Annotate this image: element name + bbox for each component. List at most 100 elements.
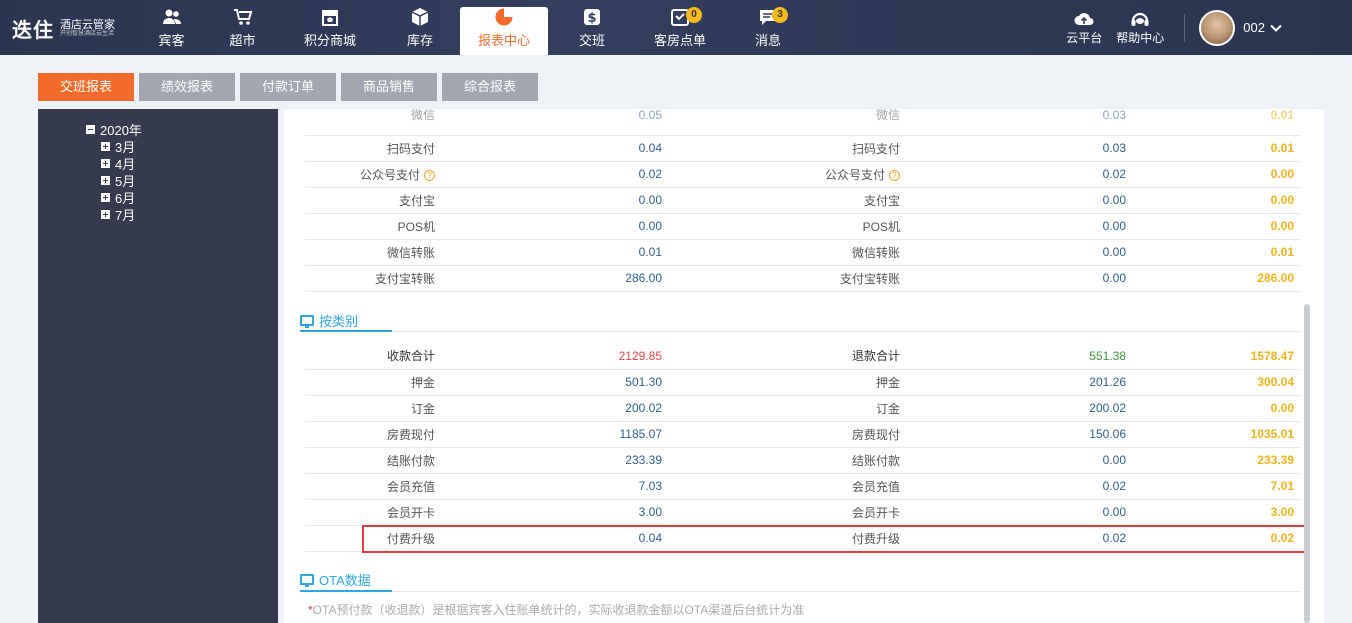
tree-node-month[interactable]: 7月: [101, 206, 142, 223]
app-logo[interactable]: 迭住 酒店云管家 开创智慧酒店云生活: [12, 14, 115, 43]
cart-icon: [233, 9, 252, 25]
row-label-refund: 微信转账: [851, 245, 900, 260]
refund-value: 0.00: [1102, 245, 1126, 259]
note-text: OTA预付款（收退款）是根据宾客入住账单统计的，实际收退款金额以OTA渠道后台统…: [312, 603, 805, 617]
row-label: 房费现付: [386, 427, 435, 442]
expand-icon[interactable]: [101, 210, 110, 219]
logo-sub-line1: 酒店云管家: [60, 19, 115, 32]
net-value: 0.01: [1270, 141, 1294, 155]
payment-method-table: 微信 0.05 微信 0.03 0.01 扫码支付 0.04 扫码支付 0.03 0.0…: [305, 109, 1300, 292]
refund-value: 0.03: [1102, 141, 1126, 155]
table-row: 支付宝转账 286.00 支付宝转账 0.00 286.00: [305, 265, 1300, 292]
income-value: 501.30: [625, 375, 662, 389]
help-center-label: 帮助中心: [1116, 31, 1165, 45]
refund-value: 0.02: [1102, 167, 1126, 181]
refund-value: 0.00: [1102, 219, 1126, 233]
income-value: 200.02: [625, 401, 662, 415]
row-label: 微信: [410, 109, 435, 123]
row-label-refund: 支付宝转账: [839, 271, 900, 286]
row-label-refund: 微信: [875, 109, 900, 123]
nav-item-points-mall[interactable]: 积分商城: [280, 7, 380, 55]
cloud-upload-icon: [1074, 13, 1094, 25]
income-value: 0.00: [638, 193, 662, 207]
toolbar-divider: [1184, 13, 1186, 42]
help-center-button[interactable]: 帮助中心: [1116, 9, 1164, 46]
net-value: 286.00: [1257, 271, 1294, 285]
help-icon[interactable]: ?: [889, 169, 900, 181]
tree-node-month[interactable]: 6月: [101, 189, 142, 206]
date-tree-sidebar: 2020年 3月 4月 5月 6月 7月: [38, 109, 278, 623]
logo-sub-line2: 开创智慧酒店云生活: [60, 31, 115, 38]
income-value: 0.05: [638, 109, 662, 122]
table-row: 押金 501.30 押金 201.26 300.04: [305, 369, 1300, 396]
total-income-value: 2129.85: [435, 343, 662, 370]
net-value: 300.04: [1257, 375, 1294, 389]
row-label: 订金: [410, 401, 435, 416]
nav-item-inventory[interactable]: 库存: [380, 7, 460, 55]
net-value: 0.01: [1270, 245, 1294, 259]
tree-node-month[interactable]: 3月: [101, 138, 142, 155]
net-value: 7.01: [1270, 479, 1294, 493]
expand-icon[interactable]: [101, 193, 110, 202]
table-row: 微信转账 0.01 微信转账 0.00 0.01: [305, 239, 1300, 266]
nav-item-shift[interactable]: $ 交班: [548, 7, 636, 55]
row-label: 支付宝: [398, 193, 435, 208]
net-value: 3.00: [1270, 505, 1294, 519]
tree-node-month[interactable]: 4月: [101, 155, 142, 172]
tree-node-month[interactable]: 5月: [101, 172, 142, 189]
highlight-box: [362, 525, 1307, 553]
nav-item-messages[interactable]: 3 消息: [724, 7, 812, 55]
help-icon[interactable]: ?: [424, 169, 435, 181]
pie-chart-icon: [495, 8, 513, 26]
user-menu[interactable]: 002: [1243, 20, 1282, 35]
store-icon: [322, 10, 338, 26]
refund-value: 0.00: [1102, 193, 1126, 207]
tab-shift-report[interactable]: 交班报表: [38, 73, 134, 101]
monitor-icon: [300, 573, 314, 587]
nav-label-market: 超市: [229, 33, 256, 48]
row-label: 支付宝转账: [374, 271, 435, 286]
row-label-refund: 订金: [875, 401, 900, 416]
ota-note: *OTA预付款（收退款）是根据宾客入住账单统计的，实际收退款金额以OTA渠道后台…: [308, 601, 804, 618]
net-value: 233.39: [1257, 453, 1294, 467]
table-row: 扫码支付 0.04 扫码支付 0.03 0.01: [305, 135, 1300, 162]
table-row: 公众号支付? 0.02 公众号支付? 0.02 0.00: [305, 161, 1300, 188]
logo-main-text: 迭住: [12, 20, 54, 42]
section-ota: OTA数据: [300, 568, 371, 590]
cloud-platform-button[interactable]: 云平台: [1066, 9, 1102, 46]
row-label: 押金: [410, 375, 435, 390]
nav-item-room-order[interactable]: 0 客房点单: [636, 7, 724, 55]
collapse-icon[interactable]: [86, 125, 95, 134]
svg-text:$: $: [587, 11, 596, 26]
refund-value: 0.03: [1102, 109, 1126, 122]
nav-item-guests[interactable]: 宾客: [138, 7, 205, 55]
refund-value: 0.00: [1102, 505, 1126, 519]
row-label-refund: 房费现付: [851, 427, 900, 442]
net-value: 0.00: [1270, 401, 1294, 415]
total-refund-label: 退款合计: [662, 343, 900, 370]
tab-product-sales[interactable]: 商品销售: [341, 73, 437, 101]
row-label-refund: 扫码支付: [851, 141, 900, 156]
expand-icon[interactable]: [101, 142, 110, 151]
row-label-refund: 押金: [875, 375, 900, 390]
section-title: OTA数据: [319, 572, 371, 588]
tab-payment-orders[interactable]: 付款订单: [240, 73, 336, 101]
tab-summary-report[interactable]: 综合报表: [442, 73, 538, 101]
expand-icon[interactable]: [101, 176, 110, 185]
income-value: 7.03: [638, 479, 662, 493]
nav-item-reports[interactable]: 报表中心: [460, 7, 548, 55]
main-nav: 宾客 超市 积分商城 库存 报表中心 $ 交班 0 客房点单 3 消息: [138, 7, 812, 55]
nav-item-market[interactable]: 超市: [205, 7, 280, 55]
report-panel[interactable]: 微信 0.05 微信 0.03 0.01 扫码支付 0.04 扫码支付 0.03 0.0…: [284, 109, 1324, 623]
avatar[interactable]: [1199, 9, 1236, 46]
net-value: 0.00: [1270, 167, 1294, 181]
tree-node-year[interactable]: 2020年: [86, 121, 142, 138]
headset-icon: [1131, 12, 1149, 26]
row-label: 会员开卡: [386, 505, 435, 520]
income-value: 0.02: [638, 167, 662, 181]
section-by-category: 按类别: [300, 309, 358, 331]
refund-value: 0.02: [1102, 479, 1126, 493]
tab-performance-report[interactable]: 绩效报表: [139, 73, 235, 101]
expand-icon[interactable]: [101, 159, 110, 168]
scrollbar[interactable]: [1304, 304, 1310, 623]
